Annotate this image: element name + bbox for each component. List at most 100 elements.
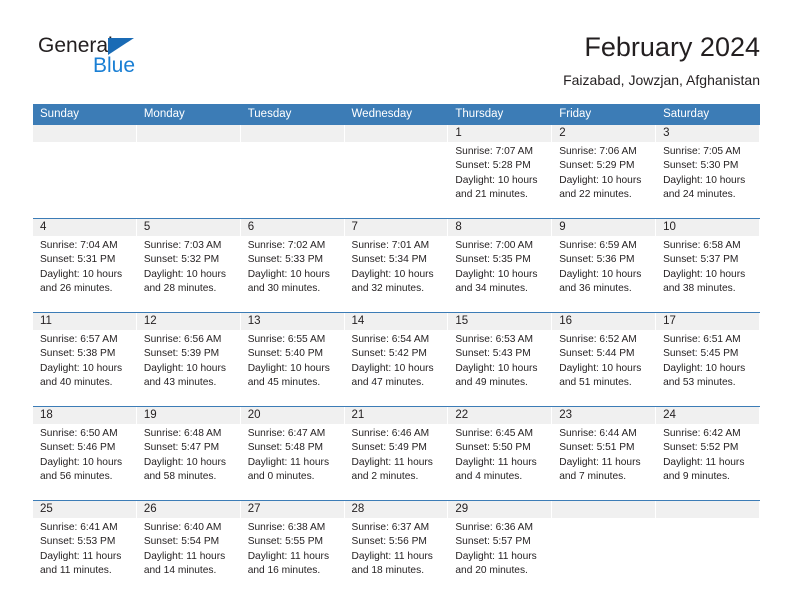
day-info-sunset: Sunset: 5:32 PM — [143, 254, 220, 266]
calendar-day-cell[interactable]: 6 Sunrise: 7:02 AM Sunset: 5:33 PM Daylight… — [240, 218, 345, 313]
day-cell-inner: 21 Sunrise: 6:46 AM Sunset: 5:49 PM Dayligh… — [344, 407, 449, 500]
day-cell-inner — [136, 125, 241, 218]
calendar-day-cell[interactable]: 23 Sunrise: 6:44 AM Sunset: 5:51 PM Dayligh… — [552, 406, 657, 501]
day-number — [552, 501, 656, 518]
day-number: 8 — [448, 219, 552, 236]
day-cell-inner: 9 Sunrise: 6:59 AM Sunset: 5:36 PM Daylight… — [552, 219, 656, 312]
calendar-day-cell[interactable]: 8 Sunrise: 7:00 AM Sunset: 5:35 PM Daylight… — [448, 218, 553, 313]
day-sun-info: Sunrise: 6:52 AM Sunset: 5:44 PM Daylight:… — [552, 330, 656, 391]
day-info-daylight2: and 38 minutes. — [663, 283, 736, 295]
day-info-sunset: Sunset: 5:52 PM — [663, 442, 739, 454]
calendar-day-cell[interactable]: 11 Sunrise: 6:57 AM Sunset: 5:38 PM Dayligh… — [33, 312, 137, 407]
calendar-day-cell[interactable]: 14 Sunrise: 6:54 AM Sunset: 5:42 PM Dayligh… — [344, 312, 449, 407]
day-info-daylight1: Daylight: 10 hours — [351, 362, 434, 374]
calendar-day-cell[interactable]: 7 Sunrise: 7:01 AM Sunset: 5:34 PM Daylight… — [344, 218, 449, 313]
day-info-daylight1: Daylight: 11 hours — [247, 456, 330, 468]
day-sun-info: Sunrise: 6:47 AM Sunset: 5:48 PM Daylight:… — [241, 424, 345, 485]
day-cell-inner: 28 Sunrise: 6:37 AM Sunset: 5:56 PM Dayligh… — [344, 501, 449, 594]
day-info-daylight2: and 58 minutes. — [143, 471, 217, 483]
day-number: 15 — [448, 313, 552, 330]
day-number: 7 — [344, 219, 448, 236]
day-cell-inner: 24 Sunrise: 6:42 AM Sunset: 5:52 PM Dayligh… — [656, 407, 760, 500]
day-info-sunrise: Sunrise: 7:06 AM — [559, 146, 637, 157]
day-info-daylight2: and 11 minutes. — [40, 565, 112, 577]
calendar-day-cell[interactable]: 29 Sunrise: 6:36 AM Sunset: 5:57 PM Dayligh… — [448, 500, 553, 594]
day-cell-inner: 16 Sunrise: 6:52 AM Sunset: 5:44 PM Dayligh… — [552, 313, 656, 406]
day-info-sunset: Sunset: 5:43 PM — [455, 348, 531, 360]
calendar-day-cell[interactable]: 21 Sunrise: 6:46 AM Sunset: 5:49 PM Dayligh… — [344, 406, 449, 501]
day-info-daylight2: and 20 minutes. — [455, 565, 528, 577]
calendar-day-cell[interactable]: 2 Sunrise: 7:06 AM Sunset: 5:29 PM Daylight… — [552, 125, 656, 219]
day-sun-info: Sunrise: 7:06 AM Sunset: 5:29 PM Daylight:… — [552, 142, 656, 203]
day-sun-info: Sunrise: 7:07 AM Sunset: 5:28 PM Daylight:… — [448, 142, 552, 203]
day-cell-inner — [552, 501, 656, 594]
calendar-week-row: 1 Sunrise: 7:07 AM Sunset: 5:28 PM Daylight… — [33, 125, 760, 219]
day-info-sunrise: Sunrise: 7:05 AM — [663, 146, 741, 157]
calendar-day-cell[interactable]: 28 Sunrise: 6:37 AM Sunset: 5:56 PM Dayligh… — [344, 500, 449, 594]
day-info-sunset: Sunset: 5:44 PM — [559, 348, 635, 360]
day-info-daylight2: and 47 minutes. — [351, 377, 425, 389]
day-sun-info: Sunrise: 6:45 AM Sunset: 5:50 PM Daylight:… — [448, 424, 552, 485]
day-number: 10 — [656, 219, 759, 236]
day-info-sunrise: Sunrise: 6:48 AM — [143, 428, 222, 439]
day-cell-inner: 26 Sunrise: 6:40 AM Sunset: 5:54 PM Dayligh… — [136, 501, 241, 594]
day-info-daylight2: and 49 minutes. — [455, 377, 528, 389]
calendar-day-cell[interactable]: 17 Sunrise: 6:51 AM Sunset: 5:45 PM Dayligh… — [656, 312, 760, 407]
calendar-day-cell[interactable]: 25 Sunrise: 6:41 AM Sunset: 5:53 PM Dayligh… — [33, 500, 137, 594]
calendar-day-cell[interactable]: 3 Sunrise: 7:05 AM Sunset: 5:30 PM Daylight… — [656, 125, 760, 219]
day-info-sunrise: Sunrise: 6:56 AM — [143, 334, 222, 345]
day-info-daylight1: Daylight: 10 hours — [40, 362, 123, 374]
calendar-week-row: 4 Sunrise: 7:04 AM Sunset: 5:31 PM Daylight… — [33, 218, 760, 313]
day-info-sunset: Sunset: 5:50 PM — [455, 442, 531, 454]
calendar-week-row: 11 Sunrise: 6:57 AM Sunset: 5:38 PM Dayligh… — [33, 312, 760, 407]
calendar-day-cell[interactable]: 1 Sunrise: 7:07 AM Sunset: 5:28 PM Daylight… — [448, 125, 552, 219]
calendar-day-cell[interactable]: 10 Sunrise: 6:58 AM Sunset: 5:37 PM Dayligh… — [656, 218, 760, 313]
calendar-day-cell[interactable]: 16 Sunrise: 6:52 AM Sunset: 5:44 PM Dayligh… — [552, 312, 657, 407]
day-info-daylight2: and 24 minutes. — [663, 189, 736, 201]
day-info-daylight1: Daylight: 10 hours — [455, 268, 538, 280]
day-info-sunset: Sunset: 5:40 PM — [247, 348, 324, 360]
day-info-sunrise: Sunrise: 6:57 AM — [40, 334, 118, 345]
calendar-day-cell[interactable]: 24 Sunrise: 6:42 AM Sunset: 5:52 PM Dayligh… — [656, 406, 760, 501]
day-sun-info: Sunrise: 6:55 AM Sunset: 5:40 PM Daylight:… — [241, 330, 345, 391]
day-number: 12 — [136, 313, 240, 330]
day-sun-info: Sunrise: 6:44 AM Sunset: 5:51 PM Daylight:… — [552, 424, 656, 485]
day-sun-info: Sunrise: 6:40 AM Sunset: 5:54 PM Daylight:… — [137, 518, 241, 579]
day-cell-inner: 27 Sunrise: 6:38 AM Sunset: 5:55 PM Dayligh… — [240, 501, 345, 594]
day-info-sunset: Sunset: 5:57 PM — [455, 536, 531, 548]
calendar-day-cell[interactable]: 13 Sunrise: 6:55 AM Sunset: 5:40 PM Dayligh… — [240, 312, 345, 407]
general-blue-logo[interactable]: General Blue — [33, 34, 253, 90]
calendar-day-cell[interactable]: 27 Sunrise: 6:38 AM Sunset: 5:55 PM Dayligh… — [240, 500, 345, 594]
calendar-day-cell[interactable]: 5 Sunrise: 7:03 AM Sunset: 5:32 PM Daylight… — [136, 218, 241, 313]
page-title: February 2024 — [584, 32, 760, 62]
day-info-sunset: Sunset: 5:48 PM — [247, 442, 324, 454]
weekday-header-row: Sunday Monday Tuesday Wednesday Thursday… — [33, 104, 760, 125]
calendar-day-cell[interactable]: 22 Sunrise: 6:45 AM Sunset: 5:50 PM Dayligh… — [448, 406, 553, 501]
day-sun-info: Sunrise: 6:41 AM Sunset: 5:53 PM Daylight:… — [33, 518, 137, 579]
day-info-sunrise: Sunrise: 6:47 AM — [247, 428, 326, 439]
day-info-daylight2: and 16 minutes. — [247, 565, 321, 577]
calendar-day-cell[interactable]: 12 Sunrise: 6:56 AM Sunset: 5:39 PM Dayligh… — [136, 312, 241, 407]
day-info-sunrise: Sunrise: 6:38 AM — [247, 522, 326, 533]
day-sun-info — [552, 518, 656, 521]
calendar-day-cell[interactable]: 9 Sunrise: 6:59 AM Sunset: 5:36 PM Daylight… — [552, 218, 657, 313]
day-sun-info: Sunrise: 7:02 AM Sunset: 5:33 PM Daylight:… — [241, 236, 345, 297]
day-info-daylight1: Daylight: 10 hours — [247, 268, 330, 280]
calendar-empty-cell — [656, 500, 760, 594]
calendar-day-cell[interactable]: 26 Sunrise: 6:40 AM Sunset: 5:54 PM Dayligh… — [136, 500, 241, 594]
day-info-sunset: Sunset: 5:37 PM — [663, 254, 739, 266]
page-header: General Blue February 2024 Faizabad, Jow… — [33, 30, 760, 98]
day-number: 3 — [656, 125, 759, 142]
calendar-day-cell[interactable]: 18 Sunrise: 6:50 AM Sunset: 5:46 PM Dayligh… — [33, 406, 137, 501]
day-info-sunset: Sunset: 5:53 PM — [40, 536, 116, 548]
calendar-day-cell[interactable]: 20 Sunrise: 6:47 AM Sunset: 5:48 PM Dayligh… — [240, 406, 345, 501]
day-sun-info: Sunrise: 6:46 AM Sunset: 5:49 PM Daylight:… — [345, 424, 449, 485]
weekday-header-tuesday: Tuesday — [240, 104, 345, 125]
calendar-day-cell[interactable]: 19 Sunrise: 6:48 AM Sunset: 5:47 PM Dayligh… — [136, 406, 241, 501]
calendar-day-cell[interactable]: 4 Sunrise: 7:04 AM Sunset: 5:31 PM Daylight… — [33, 218, 137, 313]
day-cell-inner: 8 Sunrise: 7:00 AM Sunset: 5:35 PM Daylight… — [448, 219, 552, 312]
calendar-day-cell[interactable]: 15 Sunrise: 6:53 AM Sunset: 5:43 PM Dayligh… — [448, 312, 553, 407]
day-info-daylight2: and 56 minutes. — [40, 471, 113, 483]
day-info-sunset: Sunset: 5:45 PM — [663, 348, 739, 360]
day-sun-info: Sunrise: 6:38 AM Sunset: 5:55 PM Daylight:… — [241, 518, 345, 579]
